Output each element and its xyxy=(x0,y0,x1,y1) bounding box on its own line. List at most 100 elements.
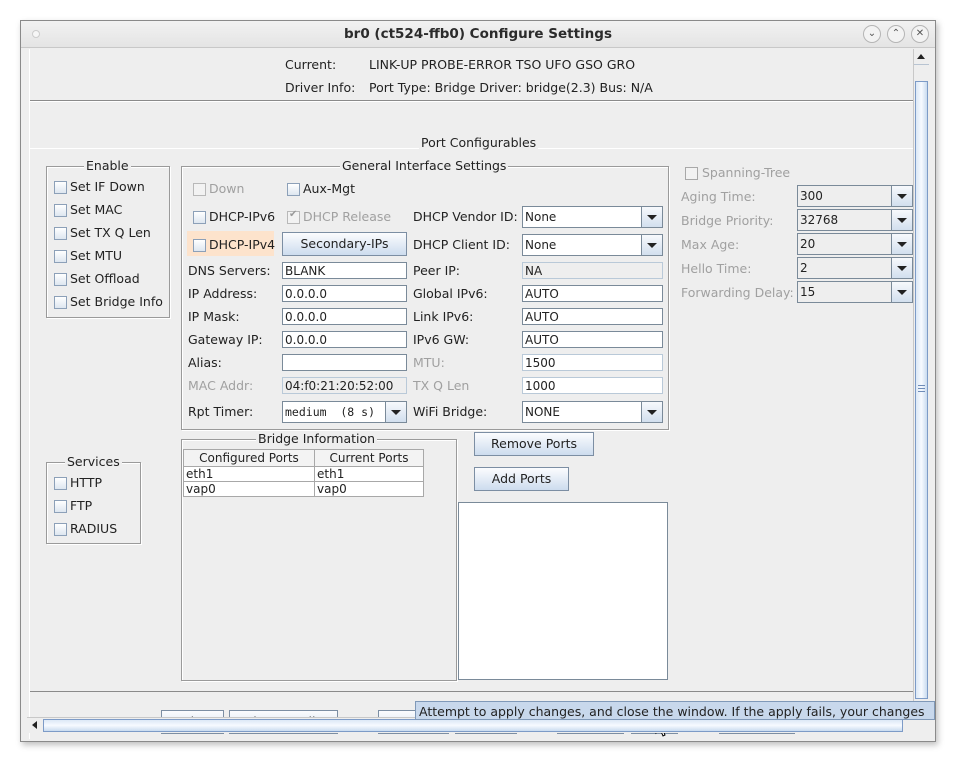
chevron-down-icon[interactable] xyxy=(891,234,912,254)
gateway-ip-input[interactable]: 0.0.0.0 xyxy=(282,331,407,348)
hello-time-label: Hello Time: xyxy=(681,261,752,276)
wifi-bridge-select[interactable]: NONE xyxy=(522,401,663,423)
vertical-scrollbar[interactable] xyxy=(913,49,929,717)
aux-mgt-checkbox[interactable] xyxy=(287,183,300,196)
configured-port-cell[interactable]: vap0 xyxy=(183,481,315,497)
chevron-down-icon[interactable] xyxy=(891,186,912,206)
dhcp-client-id-select[interactable]: None xyxy=(522,234,663,256)
http-checkbox[interactable] xyxy=(54,477,67,490)
remove-ports-button[interactable]: Remove Ports xyxy=(474,432,594,456)
chevron-down-icon[interactable] xyxy=(891,282,912,302)
add-ports-button[interactable]: Add Ports xyxy=(474,467,569,491)
general-settings-title: General Interface Settings xyxy=(340,158,509,173)
services-title: Services xyxy=(65,454,122,469)
peer-ip-input[interactable]: NA xyxy=(522,262,663,279)
peer-ip-label: Peer IP: xyxy=(413,263,461,278)
radius-label: RADIUS xyxy=(70,521,118,536)
column-header-configured-ports[interactable]: Configured Ports xyxy=(183,449,315,467)
bridge-priority-value: 32768 xyxy=(800,213,839,227)
dns-servers-input[interactable]: BLANK xyxy=(282,262,407,279)
minimize-icon[interactable]: ⌄ xyxy=(863,25,881,43)
column-header-current-ports[interactable]: Current Ports xyxy=(314,449,424,467)
rpt-timer-value: medium (8 s) xyxy=(285,405,376,419)
ftp-checkbox[interactable] xyxy=(54,500,67,513)
bridge-ports-table[interactable]: Configured Ports Current Ports eth1 eth1… xyxy=(183,449,424,497)
ipv6-gw-input[interactable]: AUTO xyxy=(522,331,663,348)
ports-list[interactable] xyxy=(458,502,668,680)
chevron-down-icon[interactable] xyxy=(641,207,662,227)
chevron-down-icon[interactable] xyxy=(641,235,662,255)
tx-q-len-input[interactable]: 1000 xyxy=(522,377,663,394)
scroll-left-button[interactable] xyxy=(27,718,42,733)
set-tx-q-len-label: Set TX Q Len xyxy=(70,225,151,240)
table-row[interactable]: eth1 eth1 xyxy=(183,466,424,482)
secondary-ips-button[interactable]: Secondary-IPs xyxy=(282,232,407,256)
dhcp-ipv6-checkbox[interactable] xyxy=(193,211,206,224)
global-ipv6-input[interactable]: AUTO xyxy=(522,285,663,302)
set-if-down-checkbox[interactable] xyxy=(54,181,67,194)
set-offload-checkbox[interactable] xyxy=(54,273,67,286)
driver-info-label: Driver Info: xyxy=(285,80,356,95)
ip-mask-input[interactable]: 0.0.0.0 xyxy=(282,308,407,325)
maximize-icon[interactable]: ⌃ xyxy=(887,25,905,43)
current-value: LINK-UP PROBE-ERROR TSO UFO GSO GRO xyxy=(369,57,636,72)
set-tx-q-len-checkbox[interactable] xyxy=(54,227,67,240)
set-bridge-info-checkbox[interactable] xyxy=(54,296,67,309)
ip-address-label: IP Address: xyxy=(188,286,258,301)
dhcp-release-checkbox[interactable]: ✔ xyxy=(287,209,300,224)
current-port-cell[interactable]: eth1 xyxy=(314,466,424,482)
dhcp-vendor-id-select[interactable]: None xyxy=(522,206,663,228)
grip-line xyxy=(918,385,925,386)
current-port-cell[interactable]: vap0 xyxy=(314,481,424,497)
grip-line xyxy=(918,391,925,392)
arrow-left-icon xyxy=(32,721,37,729)
chevron-down-icon[interactable] xyxy=(641,402,662,422)
dhcp-ipv4-checkbox[interactable] xyxy=(193,239,206,252)
aging-time-select[interactable]: 300 xyxy=(797,185,913,207)
title-bar[interactable]: br0 (ct524-ffb0) Configure Settings ⌄ ⌃ … xyxy=(21,21,935,48)
scroll-up-button[interactable] xyxy=(914,49,929,65)
table-row[interactable]: vap0 vap0 xyxy=(183,481,424,497)
set-mtu-checkbox[interactable] xyxy=(54,250,67,263)
chevron-down-icon[interactable] xyxy=(385,402,406,422)
dhcp-client-id-value: None xyxy=(525,238,557,252)
content-panel: Current: LINK-UP PROBE-ERROR TSO UFO GSO… xyxy=(29,49,914,739)
radius-checkbox[interactable] xyxy=(54,523,67,536)
forwarding-delay-label: Forwarding Delay: xyxy=(681,285,794,300)
aging-time-label: Aging Time: xyxy=(681,189,756,204)
ip-address-input[interactable]: 0.0.0.0 xyxy=(282,285,407,302)
dhcp-ipv6-label: DHCP-IPv6 xyxy=(209,209,276,224)
mtu-label: MTU: xyxy=(413,355,445,370)
max-age-select[interactable]: 20 xyxy=(797,233,913,255)
alias-input[interactable] xyxy=(282,354,407,371)
current-label: Current: xyxy=(285,57,337,72)
bridge-priority-select[interactable]: 32768 xyxy=(797,209,913,231)
rpt-timer-select[interactable]: medium (8 s) xyxy=(282,401,407,423)
down-checkbox[interactable] xyxy=(193,183,206,196)
dhcp-vendor-id-label: DHCP Vendor ID: xyxy=(413,209,518,224)
check-icon: ✔ xyxy=(289,209,298,220)
mtu-input[interactable]: 1500 xyxy=(522,354,663,371)
set-bridge-info-label: Set Bridge Info xyxy=(70,294,163,309)
horizontal-scroll-thumb[interactable] xyxy=(43,719,903,732)
down-label: Down xyxy=(209,181,245,196)
forwarding-delay-select[interactable]: 15 xyxy=(797,281,913,303)
vertical-scroll-thumb[interactable] xyxy=(915,81,928,699)
rpt-timer-label: Rpt Timer: xyxy=(188,404,254,419)
port-configurables-title: Port Configurables xyxy=(419,135,539,150)
wifi-bridge-value: NONE xyxy=(525,405,560,419)
chevron-down-icon[interactable] xyxy=(891,258,912,278)
forwarding-delay-value: 15 xyxy=(800,285,816,299)
link-ipv6-input[interactable]: AUTO xyxy=(522,308,663,325)
close-icon[interactable]: ✕ xyxy=(911,25,929,43)
set-mac-checkbox[interactable] xyxy=(54,204,67,217)
configured-port-cell[interactable]: eth1 xyxy=(183,466,315,482)
chevron-down-icon[interactable] xyxy=(891,210,912,230)
hello-time-select[interactable]: 2 xyxy=(797,257,913,279)
table-header-row: Configured Ports Current Ports xyxy=(183,449,424,467)
set-mac-label: Set MAC xyxy=(70,202,123,217)
mac-addr-input[interactable]: 04:f0:21:20:52:00 xyxy=(282,377,407,394)
enable-title: Enable xyxy=(84,158,131,173)
spanning-tree-checkbox[interactable] xyxy=(685,167,698,180)
wifi-bridge-label: WiFi Bridge: xyxy=(413,404,488,419)
